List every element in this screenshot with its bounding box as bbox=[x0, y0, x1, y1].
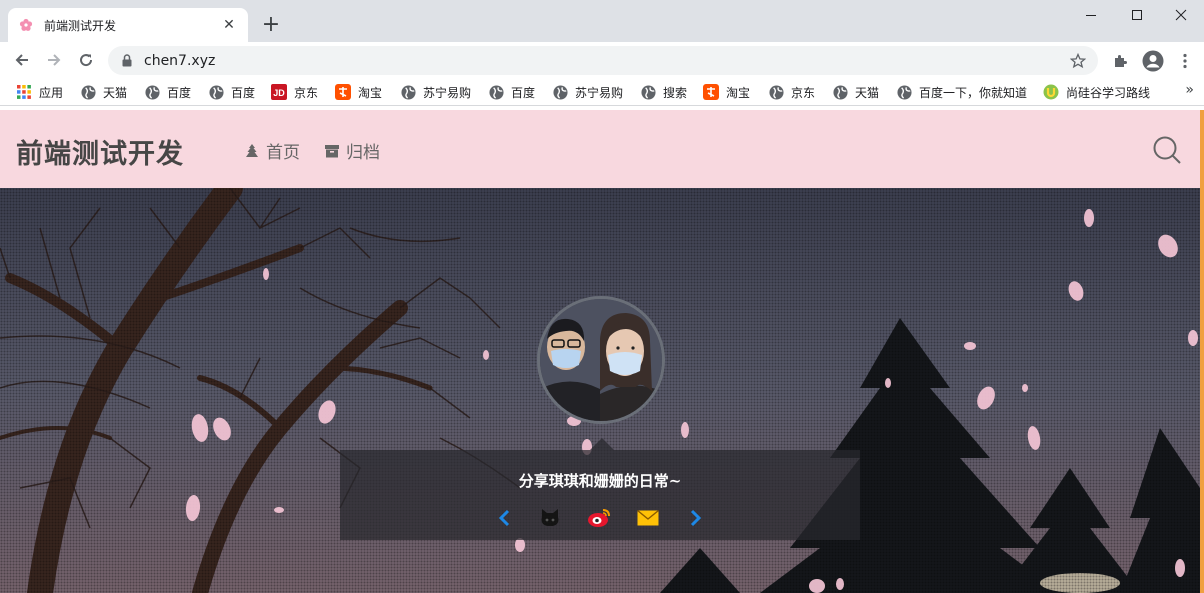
hero-banner: 分享琪琪和姗姗的日常~ bbox=[0, 188, 1200, 593]
home-icon bbox=[244, 143, 260, 159]
bookmark-label: 尚硅谷学习路线 bbox=[1066, 85, 1151, 100]
globe-icon bbox=[552, 84, 568, 100]
bookmarks-bar: 应用 天猫 百度 百度 JD 京东 淘宝 苏宁易购 百度 苏宁易购 搜索 淘宝 bbox=[0, 78, 1204, 106]
web-page: 前端测试开发 首页 归档 分享琪琪和姗姗的日常~ bbox=[0, 108, 1204, 593]
jd-icon: JD bbox=[271, 84, 287, 100]
browser-toolbar: chen7.xyz bbox=[0, 42, 1204, 78]
browser-menu-icon[interactable] bbox=[1172, 48, 1198, 74]
bookmark-item[interactable]: 苏宁易购 bbox=[552, 82, 623, 102]
browser-tab-active[interactable]: 前端测试开发 ✕ bbox=[8, 8, 248, 42]
bookmark-label: 淘宝 bbox=[358, 85, 383, 100]
next-arrow-icon[interactable] bbox=[684, 506, 708, 530]
taobao-icon bbox=[703, 84, 719, 100]
archive-icon bbox=[324, 143, 340, 159]
bookmark-apps[interactable]: 应用 bbox=[16, 82, 63, 102]
info-card-pointer bbox=[590, 438, 614, 450]
globe-icon bbox=[768, 84, 784, 100]
weibo-icon[interactable] bbox=[587, 506, 611, 530]
lock-icon[interactable] bbox=[120, 54, 134, 68]
tab-title: 前端测试开发 bbox=[44, 18, 117, 33]
bookmark-item[interactable]: 百度 bbox=[144, 82, 191, 102]
bookmark-label: 天猫 bbox=[855, 85, 880, 100]
site-title[interactable]: 前端测试开发 bbox=[16, 132, 184, 171]
nav-archive[interactable]: 归档 bbox=[324, 138, 380, 163]
bookmark-item[interactable]: 百度 bbox=[208, 82, 255, 102]
prev-arrow-icon[interactable] bbox=[492, 506, 516, 530]
scroll-progress-bar bbox=[1200, 110, 1204, 593]
address-bar[interactable]: chen7.xyz bbox=[108, 46, 1098, 75]
globe-icon bbox=[144, 84, 160, 100]
bookmark-label: 应用 bbox=[39, 85, 64, 100]
maximize-button[interactable] bbox=[1114, 0, 1160, 30]
nav-home[interactable]: 首页 bbox=[244, 138, 300, 163]
globe-icon bbox=[400, 84, 416, 100]
globe-icon bbox=[832, 84, 848, 100]
back-arrow-icon[interactable] bbox=[8, 46, 36, 74]
bookmark-item[interactable]: 淘宝 bbox=[703, 82, 750, 102]
tab-strip: 前端测试开发 ✕ + bbox=[0, 0, 1204, 42]
globe-icon bbox=[488, 84, 504, 100]
bookmark-item[interactable]: 天猫 bbox=[832, 82, 879, 102]
bookmark-label: 百度 bbox=[167, 85, 192, 100]
bookmark-label: 百度 bbox=[231, 85, 256, 100]
svg-text:JD: JD bbox=[273, 88, 285, 98]
bookmarks-overflow-chevron-icon[interactable]: » bbox=[1185, 82, 1194, 98]
bookmark-label: 百度一下，你就知道 bbox=[919, 85, 1028, 100]
bookmark-label: 京东 bbox=[791, 85, 816, 100]
profile-avatar-icon[interactable] bbox=[1140, 48, 1166, 74]
globe-icon bbox=[80, 84, 96, 100]
bookmark-label: 天猫 bbox=[103, 85, 128, 100]
tab-close-icon[interactable]: ✕ bbox=[220, 16, 238, 34]
bookmark-label: 淘宝 bbox=[726, 85, 751, 100]
sakura-favicon-icon bbox=[18, 17, 34, 33]
bookmark-label: 苏宁易购 bbox=[423, 85, 472, 100]
github-icon[interactable] bbox=[538, 506, 562, 530]
avatar bbox=[537, 296, 665, 424]
bookmark-item[interactable]: 百度 bbox=[488, 82, 535, 102]
reload-icon[interactable] bbox=[72, 46, 100, 74]
close-window-button[interactable] bbox=[1158, 0, 1204, 30]
forward-arrow-icon[interactable] bbox=[40, 46, 68, 74]
avatar-photo bbox=[540, 299, 662, 421]
bookmark-item[interactable]: JD 京东 bbox=[271, 82, 318, 102]
search-icon[interactable] bbox=[1152, 135, 1182, 165]
globe-icon bbox=[640, 84, 656, 100]
new-tab-button[interactable]: + bbox=[258, 12, 284, 38]
bookmark-item[interactable]: 淘宝 bbox=[335, 82, 382, 102]
bookmark-label: 苏宁易购 bbox=[575, 85, 624, 100]
info-card: 分享琪琪和姗姗的日常~ bbox=[340, 450, 860, 540]
globe-icon bbox=[208, 84, 224, 100]
shangguigu-icon bbox=[1043, 84, 1059, 100]
bookmark-item[interactable]: 百度一下，你就知道 bbox=[896, 82, 1027, 102]
mail-icon[interactable] bbox=[636, 506, 660, 530]
extensions-puzzle-icon[interactable] bbox=[1107, 48, 1133, 74]
minimize-button[interactable] bbox=[1068, 0, 1114, 30]
site-header: 前端测试开发 首页 归档 bbox=[0, 110, 1204, 188]
bookmark-label: 搜索 bbox=[663, 85, 688, 100]
bookmark-star-icon[interactable] bbox=[1066, 49, 1090, 73]
apps-grid-icon bbox=[16, 84, 32, 100]
bookmark-item[interactable]: 尚硅谷学习路线 bbox=[1043, 82, 1150, 102]
taobao-icon bbox=[335, 84, 351, 100]
nav-archive-label: 归档 bbox=[346, 143, 380, 163]
site-motto: 分享琪琪和姗姗的日常~ bbox=[518, 472, 682, 490]
nav-home-label: 首页 bbox=[266, 143, 300, 163]
globe-icon bbox=[896, 84, 912, 100]
bookmark-item[interactable]: 京东 bbox=[768, 82, 815, 102]
bookmark-item[interactable]: 搜索 bbox=[640, 82, 687, 102]
url-text[interactable]: chen7.xyz bbox=[144, 53, 1066, 69]
bookmark-label: 百度 bbox=[511, 85, 536, 100]
bookmark-item[interactable]: 苏宁易购 bbox=[400, 82, 471, 102]
bookmark-item[interactable]: 天猫 bbox=[80, 82, 127, 102]
bookmark-label: 京东 bbox=[294, 85, 319, 100]
